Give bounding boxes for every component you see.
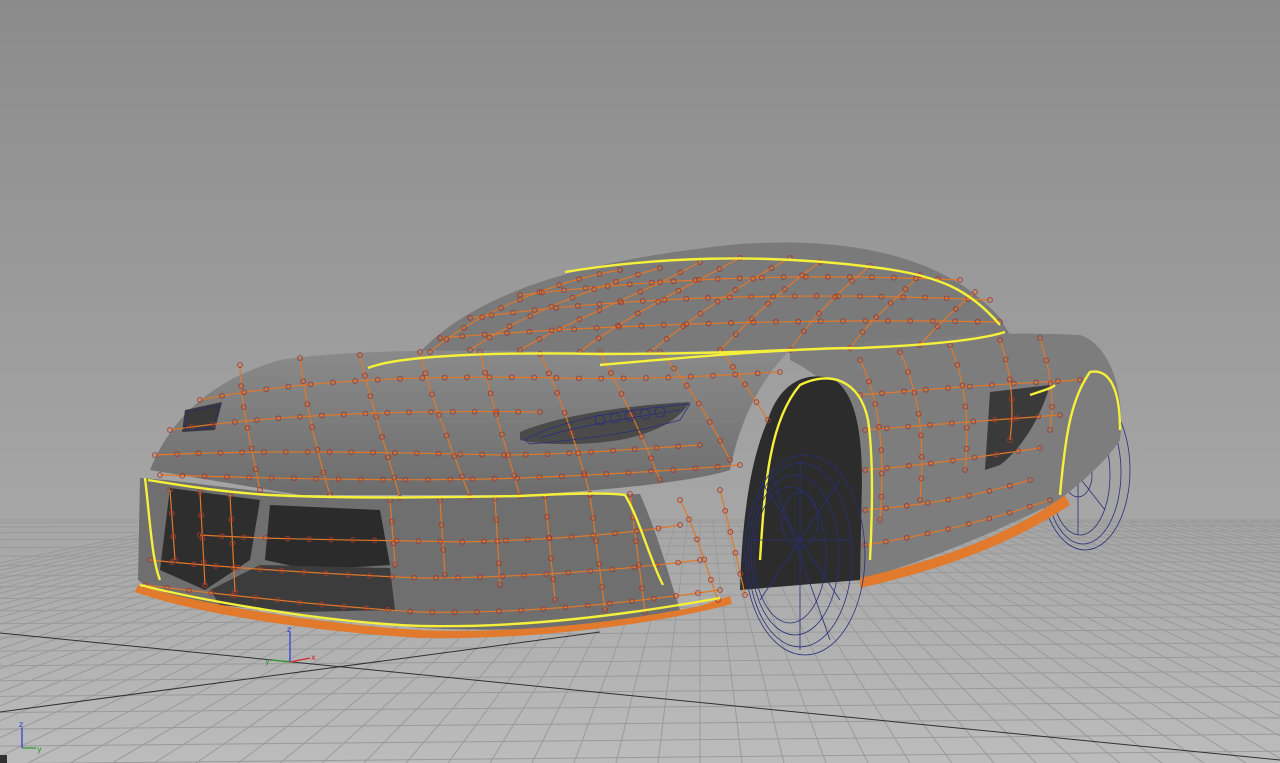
axis-z-label: z: [287, 625, 291, 634]
viewport-canvas[interactable]: z x y z y: [0, 0, 1280, 763]
corner-z-label: z: [19, 720, 23, 729]
axis-y-label: y: [265, 657, 270, 666]
corner-resize-handle[interactable]: [0, 755, 7, 763]
axis-x-label: x: [311, 653, 316, 662]
corner-y-label: y: [37, 745, 42, 754]
modeling-viewport[interactable]: z x y z y: [0, 0, 1280, 763]
